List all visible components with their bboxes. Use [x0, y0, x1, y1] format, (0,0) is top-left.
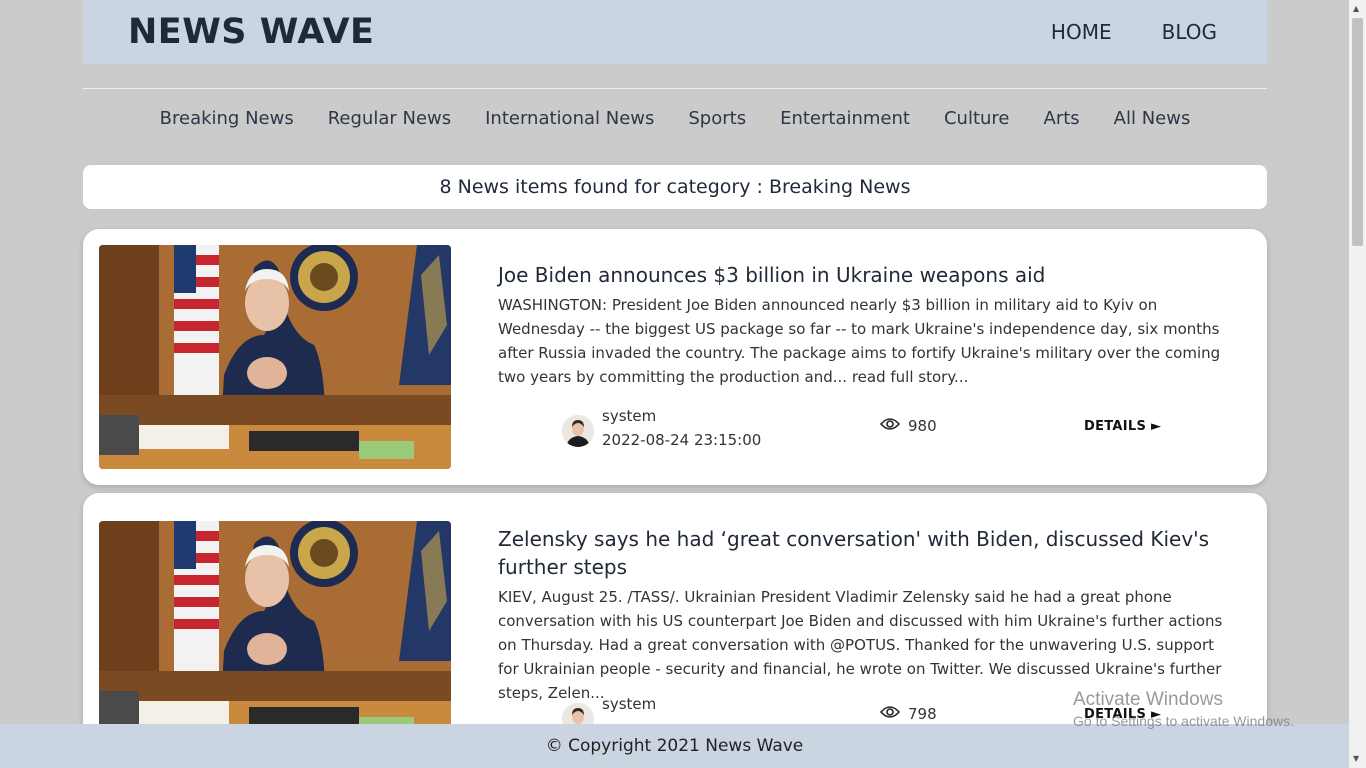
nav-blog-link[interactable]: BLOG — [1162, 20, 1217, 44]
view-count: 798 — [879, 705, 937, 723]
eye-icon — [879, 705, 901, 723]
publish-date: 2022-08-24 23:15:00 — [602, 431, 762, 449]
category-arts[interactable]: Arts — [1044, 108, 1080, 136]
scroll-thumb[interactable] — [1352, 18, 1363, 246]
category-international-news[interactable]: International News — [485, 108, 654, 136]
watermark-subtitle: Go to Settings to activate Windows. — [1073, 713, 1294, 729]
category-breaking-news[interactable]: Breaking News — [160, 108, 294, 136]
view-count: 980 — [879, 417, 937, 435]
eye-icon — [879, 417, 901, 435]
category-culture[interactable]: Culture — [944, 108, 1010, 136]
header-divider — [83, 88, 1267, 89]
news-content: Joe Biden announces $3 billion in Ukrain… — [498, 261, 1238, 389]
details-button[interactable]: DETAILS ► — [1084, 419, 1161, 434]
category-all-news[interactable]: All News — [1114, 108, 1191, 136]
news-excerpt: KIEV, August 25. /TASS/. Ukrainian Presi… — [498, 588, 1223, 702]
news-thumbnail[interactable] — [99, 521, 451, 749]
scroll-down-icon[interactable]: ▼ — [1353, 754, 1359, 763]
news-excerpt: WASHINGTON: President Joe Biden announce… — [498, 296, 1221, 386]
watermark-title: Activate Windows — [1073, 689, 1223, 710]
news-meta: system 2022-08-24 23:15:00 980 DETAILS ► — [498, 407, 1238, 449]
results-count-banner: 8 News items found for category : Breaki… — [83, 165, 1267, 209]
top-nav: HOME BLOG — [1051, 20, 1217, 44]
category-nav: Breaking News Regular News International… — [83, 108, 1267, 136]
activation-watermark: Activate Windows Go to Settings to activ… — [1073, 689, 1294, 729]
news-content: Zelensky says he had ‘great conversation… — [498, 525, 1238, 705]
site-header: NEWS WAVE HOME BLOG — [83, 0, 1267, 64]
news-title[interactable]: Zelensky says he had ‘great conversation… — [498, 525, 1238, 581]
author-name: system — [602, 695, 657, 713]
page-scrollbar[interactable]: ▲ ▼ — [1349, 0, 1366, 768]
arrow-right-icon: ► — [1151, 419, 1162, 434]
news-card: Joe Biden announces $3 billion in Ukrain… — [83, 229, 1267, 485]
details-label: DETAILS — [1084, 419, 1147, 434]
news-thumbnail[interactable] — [99, 245, 451, 469]
category-regular-news[interactable]: Regular News — [328, 108, 451, 136]
view-count-value: 980 — [908, 417, 937, 435]
news-title[interactable]: Joe Biden announces $3 billion in Ukrain… — [498, 261, 1238, 289]
view-count-value: 798 — [908, 705, 937, 723]
site-logo[interactable]: NEWS WAVE — [128, 12, 374, 52]
site-footer: © Copyright 2021 News Wave — [0, 724, 1349, 768]
scroll-up-icon[interactable]: ▲ — [1353, 4, 1359, 13]
author-avatar — [562, 415, 594, 447]
nav-home-link[interactable]: HOME — [1051, 20, 1112, 44]
category-entertainment[interactable]: Entertainment — [780, 108, 910, 136]
author-name: system — [602, 407, 657, 425]
category-sports[interactable]: Sports — [688, 108, 746, 136]
